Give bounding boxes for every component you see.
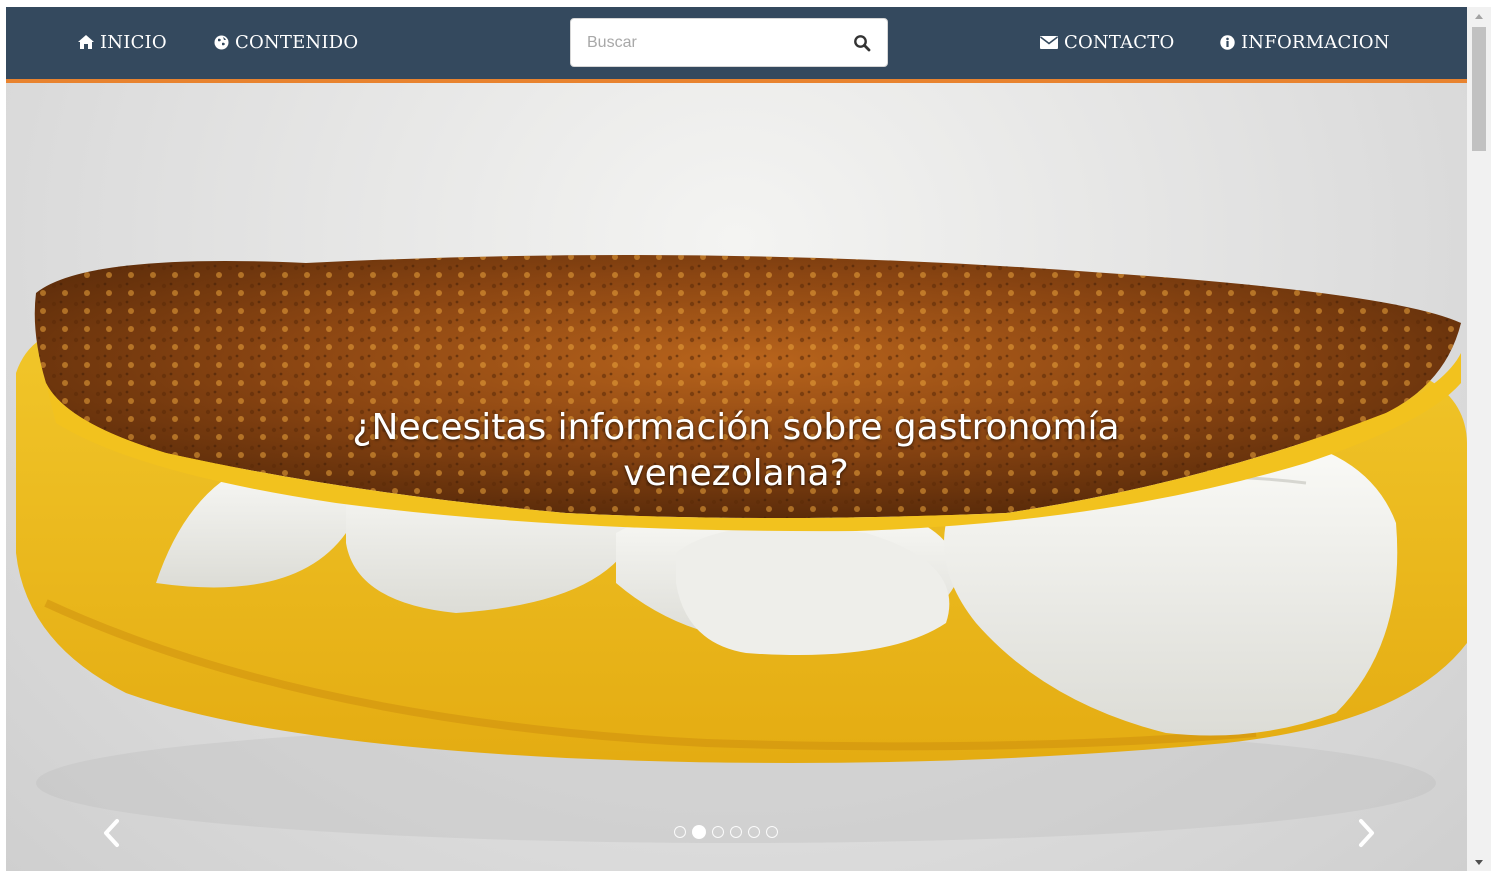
hero-carousel: ¿Necesitas información sobre gastronomía… [6,83,1467,871]
search-input[interactable] [571,19,849,66]
carousel-indicator[interactable] [674,826,686,838]
carousel-indicator[interactable] [712,826,724,838]
search-icon [854,35,871,52]
search-button[interactable] [851,32,873,54]
nav-link-contacto-label: CONTACTO [1064,31,1175,53]
nav-link-informacion[interactable]: INFORMACION [1220,29,1390,55]
nav-link-inicio-label: INICIO [100,31,167,53]
scroll-down-button[interactable] [1467,853,1491,871]
nav-link-informacion-label: INFORMACION [1241,31,1390,53]
nav-link-contenido[interactable]: CONTENIDO [214,29,358,55]
carousel-indicator[interactable] [748,826,760,838]
carousel-indicators [674,825,778,839]
nav-link-inicio[interactable]: INICIO [78,29,167,55]
home-icon [78,35,94,49]
carousel-indicator-active[interactable] [692,825,706,839]
globe-icon [214,35,229,50]
top-navbar: INICIO CONTENIDO CONTACTO INFORMACION [6,7,1467,83]
chevron-left-icon [104,819,119,847]
caret-up-icon [1475,13,1483,19]
carousel-prev-button[interactable] [92,811,132,855]
scroll-up-button[interactable] [1467,7,1491,25]
scrollbar-thumb[interactable] [1472,27,1486,151]
info-circle-icon [1220,34,1235,50]
chevron-right-icon [1359,819,1374,847]
vertical-scrollbar[interactable] [1467,7,1491,871]
carousel-indicator[interactable] [730,826,742,838]
carousel-indicator[interactable] [766,826,778,838]
caret-down-icon [1475,859,1483,865]
nav-link-contenido-label: CONTENIDO [235,31,359,53]
hero-caption: ¿Necesitas información sobre gastronomía… [352,407,1120,494]
envelope-icon [1040,35,1058,49]
nav-link-contacto[interactable]: CONTACTO [1040,29,1174,55]
carousel-next-button[interactable] [1346,811,1386,855]
browser-viewport: INICIO CONTENIDO CONTACTO INFORMACION [6,7,1467,871]
search-box [570,18,888,67]
